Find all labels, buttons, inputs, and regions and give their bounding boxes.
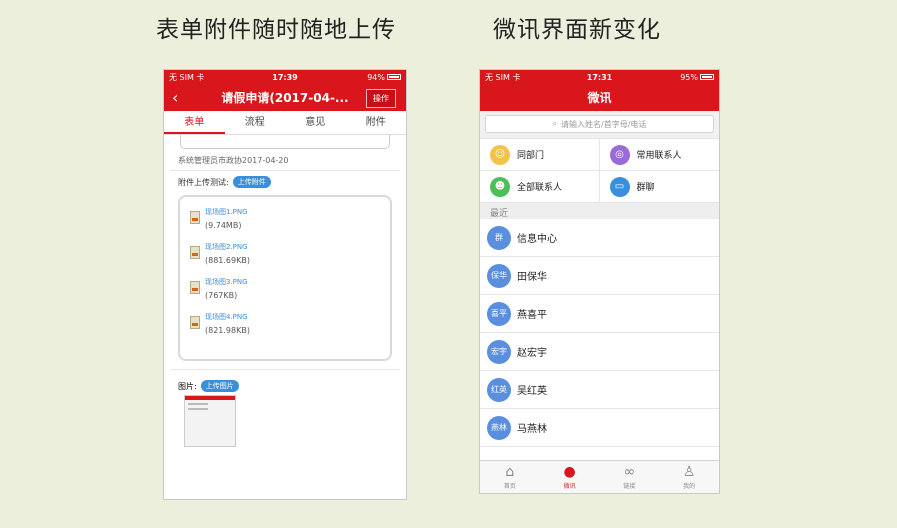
upload-picture-button[interactable]: 上传图片 bbox=[200, 380, 239, 392]
quick-label: 群聊 bbox=[636, 183, 655, 193]
picture-label: 图片: bbox=[178, 381, 197, 391]
quick-label: 常用联系人 bbox=[636, 151, 682, 161]
image-file-icon bbox=[190, 281, 200, 294]
contact-name: 田保华 bbox=[517, 272, 547, 283]
recent-list: 群信息中心 保华 田保华 喜平 燕喜平 宏宇 赵宏宇 红英 吴红英 燕林 马燕林 bbox=[480, 219, 719, 447]
bottom-tab-bar: ⌂ 首页 ● 微讯 ∞ 链接 ♙ 我的 bbox=[480, 460, 719, 493]
recent-section-header: 最近 bbox=[480, 203, 719, 219]
contact-name: 燕喜平 bbox=[517, 310, 547, 321]
attachment-size: (9.74MB) bbox=[205, 221, 242, 230]
signature-meta: 系统管理员市政协2017-04-20 bbox=[170, 149, 400, 171]
status-time: 17:31 bbox=[586, 72, 613, 82]
contact-name: 信息中心 bbox=[517, 234, 557, 245]
quick-group-chat[interactable]: ▭ 群聊 bbox=[599, 170, 719, 202]
page-title: 请假申请(2017-04-... bbox=[221, 91, 349, 105]
avatar: 燕林 bbox=[487, 415, 511, 440]
tab-opinion[interactable]: 意见 bbox=[285, 111, 346, 134]
tab-attachment[interactable]: 附件 bbox=[346, 111, 407, 134]
person-icon: ☺ bbox=[490, 144, 510, 165]
attachment-item[interactable]: 现场图4.PNG (821.98KB) bbox=[190, 312, 380, 335]
link-icon: ∞ bbox=[623, 464, 636, 480]
attachment-list: 现场图1.PNG (9.74MB) 现场图2.PNG (881.69KB) 现场图3… bbox=[178, 195, 392, 361]
search-icon: ⌕ bbox=[552, 119, 558, 128]
attachment-size: (767KB) bbox=[205, 291, 238, 300]
tab-mine[interactable]: ♙ 我的 bbox=[659, 461, 719, 493]
search-input[interactable]: ⌕ 请输入姓名/首字母/电话 bbox=[485, 115, 714, 133]
person-circle-icon: ◎ bbox=[609, 144, 630, 165]
avatar: 喜平 bbox=[487, 301, 511, 326]
picture-upload-row: 图片: 上传图片 bbox=[170, 369, 400, 395]
search-placeholder: 请输入姓名/首字母/电话 bbox=[561, 119, 647, 129]
attachment-name[interactable]: 现场图2.PNG bbox=[205, 242, 250, 252]
back-arrow-icon[interactable]: ‹ bbox=[172, 88, 178, 107]
tab-links[interactable]: ∞ 链接 bbox=[600, 461, 660, 493]
image-file-icon bbox=[190, 246, 200, 259]
avatar: 群 bbox=[487, 225, 511, 250]
avatar: 保华 bbox=[487, 263, 511, 288]
right-phone-screen: 无 SIM 卡 17:31 95% 微讯 ⌕ 请输入姓名/首字母/电话 ☺ 同部… bbox=[479, 69, 720, 494]
left-phone-screen: 无 SIM 卡 17:39 94% ‹ 请假申请(2017-04-... 操作 … bbox=[163, 69, 407, 500]
tab-weixun[interactable]: ● 微讯 bbox=[540, 461, 600, 493]
contact-name: 马燕林 bbox=[517, 424, 547, 435]
form-content: 系统管理员市政协2017-04-20 附件上传测试: 上传附件 现场图1.PNG… bbox=[164, 135, 406, 447]
status-time: 17:39 bbox=[272, 72, 298, 82]
contact-name: 赵宏宇 bbox=[517, 348, 547, 359]
caption-left: 表单附件随时随地上传 bbox=[156, 17, 396, 43]
attachment-name[interactable]: 现场图3.PNG bbox=[205, 277, 248, 287]
nav-bar: ‹ 请假申请(2017-04-... 操作 bbox=[164, 84, 406, 111]
battery-icon bbox=[387, 74, 401, 80]
quick-label: 同部门 bbox=[517, 151, 545, 161]
quick-label: 全部联系人 bbox=[517, 183, 563, 193]
avatar: 红英 bbox=[487, 377, 511, 402]
people-icon: ☻ bbox=[490, 176, 510, 197]
attachment-item[interactable]: 现场图3.PNG (767KB) bbox=[190, 277, 380, 300]
contact-row[interactable]: 群信息中心 bbox=[480, 219, 719, 257]
contact-row[interactable]: 红英 吴红英 bbox=[480, 371, 719, 409]
quick-frequent-contacts[interactable]: ◎ 常用联系人 bbox=[599, 138, 719, 170]
avatar: 宏宇 bbox=[487, 339, 511, 364]
contact-row[interactable]: 宏宇 赵宏宇 bbox=[480, 333, 719, 371]
tab-flow[interactable]: 流程 bbox=[225, 111, 286, 134]
attachment-size: (821.98KB) bbox=[205, 326, 250, 335]
home-icon: ⌂ bbox=[505, 464, 515, 480]
quick-entries: ☺ 同部门 ◎ 常用联系人 ☻ 全部联系人 ▭ 群聊 bbox=[480, 138, 719, 203]
attachment-size: (881.69KB) bbox=[205, 256, 250, 265]
quick-all-contacts[interactable]: ☻ 全部联系人 bbox=[480, 170, 600, 202]
contact-row[interactable]: 保华 田保华 bbox=[480, 257, 719, 295]
attachment-name[interactable]: 现场图1.PNG bbox=[205, 207, 248, 217]
attachment-item[interactable]: 现场图2.PNG (881.69KB) bbox=[190, 242, 380, 265]
attachment-item[interactable]: 现场图1.PNG (9.74MB) bbox=[190, 207, 380, 230]
picture-thumbnail[interactable] bbox=[184, 395, 236, 447]
operate-button[interactable]: 操作 bbox=[366, 89, 396, 108]
quick-same-department[interactable]: ☺ 同部门 bbox=[480, 138, 600, 170]
search-area: ⌕ 请输入姓名/首字母/电话 bbox=[480, 111, 719, 138]
contact-name: 吴红英 bbox=[517, 386, 547, 397]
attachment-name[interactable]: 现场图4.PNG bbox=[205, 312, 250, 322]
chat-bubble-icon: ● bbox=[563, 464, 576, 480]
image-file-icon bbox=[190, 316, 200, 329]
caption-right: 微讯界面新变化 bbox=[493, 17, 661, 43]
battery-icon bbox=[700, 74, 714, 80]
image-file-icon bbox=[190, 211, 200, 224]
contact-row[interactable]: 喜平 燕喜平 bbox=[480, 295, 719, 333]
tab-form[interactable]: 表单 bbox=[164, 111, 225, 134]
nav-bar: 微讯 bbox=[480, 84, 719, 111]
folder-icon: ▭ bbox=[609, 176, 630, 197]
upload-attachment-button[interactable]: 上传附件 bbox=[232, 176, 271, 188]
page-title: 微讯 bbox=[587, 91, 612, 105]
status-bar: 无 SIM 卡 17:31 95% bbox=[480, 70, 719, 84]
text-area-fragment[interactable] bbox=[180, 135, 390, 149]
contact-row[interactable]: 燕林 马燕林 bbox=[480, 409, 719, 447]
tab-bar: 表单 流程 意见 附件 bbox=[164, 111, 406, 135]
upload-label: 附件上传测试: bbox=[178, 177, 229, 187]
status-bar: 无 SIM 卡 17:39 94% bbox=[164, 70, 406, 84]
attachment-upload-row: 附件上传测试: 上传附件 bbox=[170, 171, 400, 193]
user-icon: ♙ bbox=[682, 464, 696, 480]
tab-home[interactable]: ⌂ 首页 bbox=[480, 461, 540, 493]
